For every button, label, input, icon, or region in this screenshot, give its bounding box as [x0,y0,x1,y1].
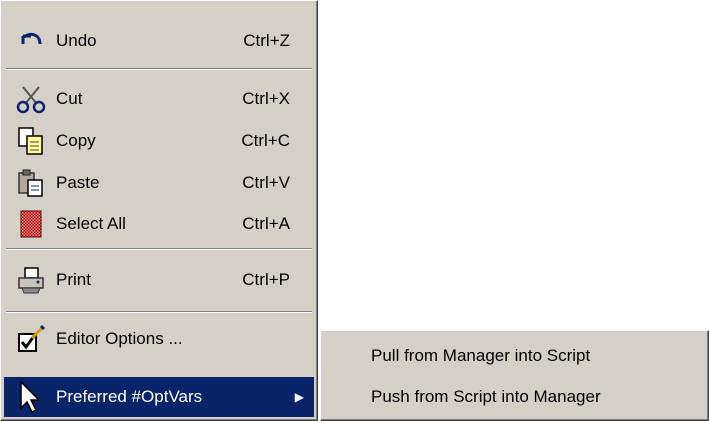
menu-item-paste[interactable]: Paste Ctrl+V [4,163,314,203]
edit-context-menu: Undo Ctrl+Z Cut Ctrl+X Copy Ctrl+C Paste… [0,0,318,421]
paste-label: Paste [56,173,100,192]
menu-separator [6,311,312,313]
pointer-arrow-icon [14,380,48,414]
copy-pages-icon [14,124,48,158]
print-shortcut: Ctrl+P [242,270,290,289]
submenu-item-push[interactable]: Push from Script into Manager [324,378,705,416]
preferred-optvars-label: Preferred #OptVars [56,387,203,406]
undo-shortcut: Ctrl+Z [243,31,290,50]
menu-item-select-all[interactable]: Select All Ctrl+A [4,204,314,244]
menu-separator [6,68,312,70]
select-all-label: Select All [56,214,126,233]
optvars-submenu: Pull from Manager into Script Push from … [320,330,709,421]
undo-label: Undo [56,31,97,50]
submenu-item-pull[interactable]: Pull from Manager into Script [324,337,705,375]
checkbox-pencil-icon [14,322,48,356]
scissors-icon [14,82,48,116]
copy-shortcut: Ctrl+C [241,131,290,150]
paste-shortcut: Ctrl+V [242,173,290,192]
select-all-icon [14,207,48,241]
menu-item-print[interactable]: Print Ctrl+P [4,260,314,300]
paste-icon [14,166,48,200]
submenu-arrow-icon: ▶ [294,390,304,404]
cut-shortcut: Ctrl+X [242,89,290,108]
printer-icon [14,263,48,297]
menu-separator [6,248,312,250]
menu-item-copy[interactable]: Copy Ctrl+C [4,121,314,161]
menu-item-editor-options[interactable]: Editor Options ... [4,319,314,359]
menu-item-undo[interactable]: Undo Ctrl+Z [4,21,314,61]
editor-options-label: Editor Options ... [56,329,183,348]
copy-label: Copy [56,131,96,150]
select-all-shortcut: Ctrl+A [242,214,290,233]
undo-arrow-icon [14,24,48,58]
menu-item-cut[interactable]: Cut Ctrl+X [4,79,314,119]
print-label: Print [56,270,91,289]
cut-label: Cut [56,89,83,108]
menu-item-preferred-optvars[interactable]: Preferred #OptVars ▶ [4,377,314,417]
